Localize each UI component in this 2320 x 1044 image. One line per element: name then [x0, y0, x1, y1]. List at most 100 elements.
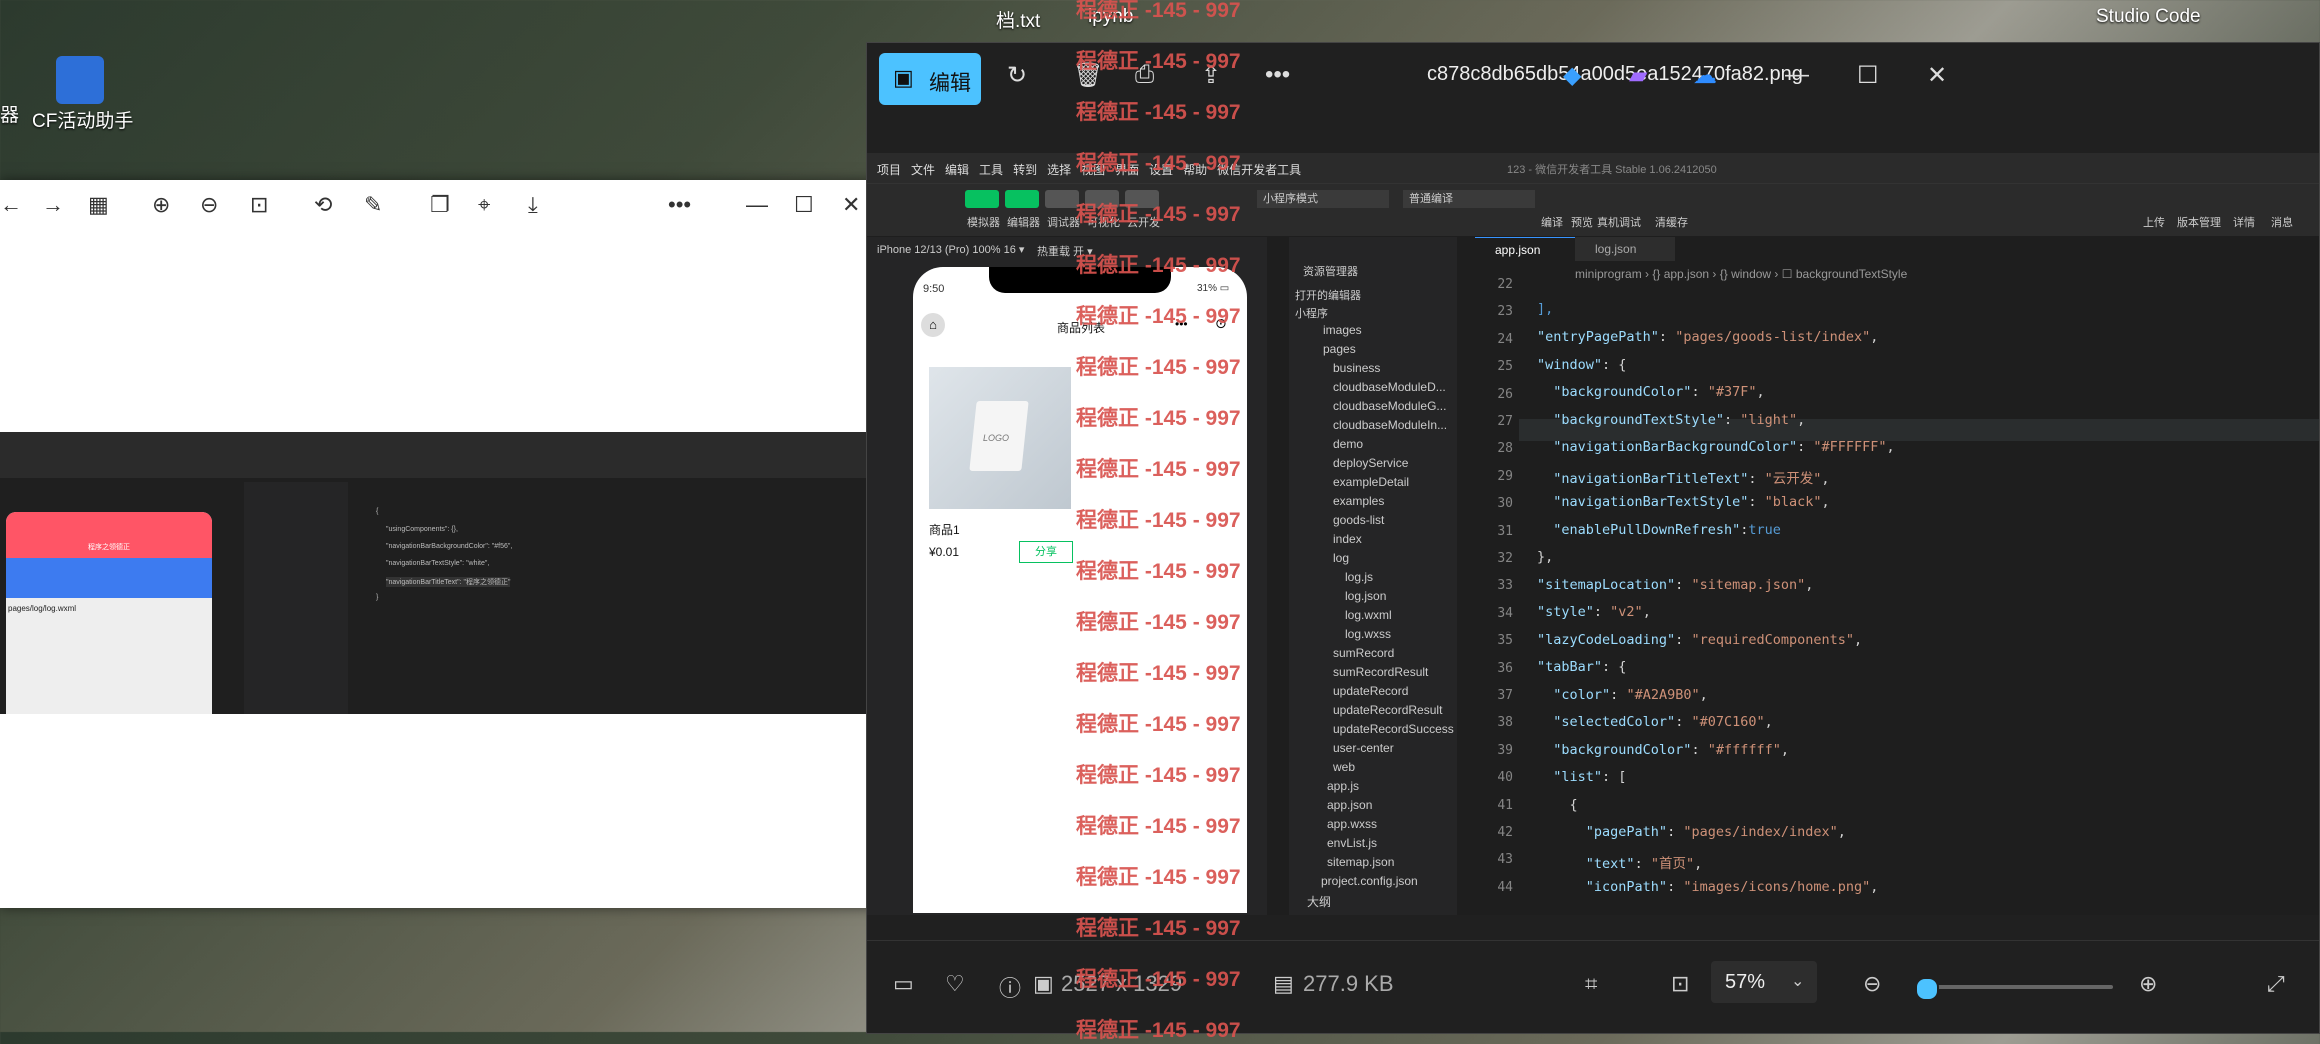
tree-item[interactable]: demo: [1333, 437, 1363, 451]
close-icon[interactable]: ✕: [842, 192, 860, 218]
more-icon[interactable]: •••: [668, 192, 691, 218]
rotate-icon[interactable]: ⟲: [314, 192, 332, 218]
info-icon[interactable]: ⓘ: [999, 971, 1021, 1003]
maximize-icon[interactable]: ☐: [794, 192, 814, 218]
remote-debug-label[interactable]: 真机调试: [1597, 214, 1641, 230]
download-icon[interactable]: ⤓: [528, 192, 538, 218]
watermark-text: 程德正 -145 - 997: [1076, 611, 1241, 634]
menu-select[interactable]: 选择: [1047, 163, 1071, 177]
tree-item[interactable]: 大纲: [1307, 893, 1331, 910]
zoom-out-icon[interactable]: ⊖: [200, 192, 218, 218]
mode-select[interactable]: 小程序模式: [1257, 190, 1389, 208]
tree-item[interactable]: cloudbaseModuleIn...: [1333, 418, 1447, 432]
zoom-slider-thumb[interactable]: [1914, 977, 1939, 1001]
favorite-icon[interactable]: ♡: [945, 971, 965, 997]
tab-log-json[interactable]: log.json: [1575, 237, 1675, 261]
fit-icon[interactable]: ⊡: [250, 192, 268, 218]
grid-icon[interactable]: ▦: [88, 192, 109, 218]
version-label[interactable]: 版本管理: [2177, 214, 2221, 230]
filmstrip-icon[interactable]: ▭: [893, 971, 914, 997]
messages-label[interactable]: 消息: [2271, 214, 2293, 230]
line-number: 26: [1497, 386, 1513, 402]
tree-item[interactable]: sumRecordResult: [1333, 665, 1428, 679]
debugger-button[interactable]: [1045, 190, 1079, 208]
tree-item[interactable]: cloudbaseModuleD...: [1333, 380, 1446, 394]
crop-icon[interactable]: ⌖: [478, 192, 490, 218]
product-image[interactable]: LOGO: [929, 367, 1071, 509]
tree-item[interactable]: app.json: [1327, 798, 1372, 812]
cf-app-label[interactable]: CF活动助手: [32, 106, 133, 133]
minimize-icon[interactable]: —: [746, 192, 768, 218]
tree-item[interactable]: business: [1333, 361, 1380, 375]
menu-edit[interactable]: 编辑: [945, 163, 969, 177]
desktop-file-label[interactable]: 档.txt: [996, 6, 1040, 33]
compile-select[interactable]: 普通编译: [1403, 190, 1535, 208]
rotate-icon[interactable]: ↻: [1007, 61, 1027, 90]
tree-item[interactable]: pages: [1323, 342, 1356, 356]
open-editors[interactable]: 打开的编辑器: [1295, 287, 1361, 303]
zoom-slider-track[interactable]: [1917, 985, 2113, 989]
tree-item[interactable]: sumRecord: [1333, 646, 1394, 660]
tree-item[interactable]: sitemap.json: [1327, 855, 1394, 869]
edit-icon[interactable]: ✎: [364, 192, 382, 218]
tree-item[interactable]: images: [1323, 323, 1362, 337]
menu-goto[interactable]: 转到: [1013, 163, 1037, 177]
project-root[interactable]: 小程序: [1295, 305, 1328, 321]
tab-app-json[interactable]: app.json: [1475, 237, 1575, 262]
zoom-out-icon[interactable]: ⊖: [1863, 971, 1881, 997]
tree-item[interactable]: updateRecordResult: [1333, 703, 1442, 717]
details-label[interactable]: 详情: [2233, 214, 2255, 230]
share-button[interactable]: 分享: [1019, 541, 1073, 563]
home-icon[interactable]: ⌂: [921, 313, 945, 337]
zoom-select[interactable]: 57% ⌄: [1711, 961, 1817, 1003]
fit-window-icon[interactable]: ⊡: [1671, 971, 1689, 997]
line-number: 41: [1497, 797, 1513, 813]
tree-item[interactable]: log.wxss: [1345, 627, 1391, 641]
menu-tools[interactable]: 工具: [979, 163, 1003, 177]
tree-item[interactable]: app.wxss: [1327, 817, 1377, 831]
tree-item[interactable]: updateRecordSuccess: [1333, 722, 1454, 736]
desktop-vscode-label[interactable]: Studio Code: [2096, 6, 2201, 28]
maximize-icon[interactable]: ☐: [1857, 61, 1879, 90]
menu-file[interactable]: 文件: [911, 163, 935, 177]
tree-item[interactable]: updateRecord: [1333, 684, 1408, 698]
minimize-icon[interactable]: —: [1785, 61, 1809, 89]
tree-item[interactable]: index: [1333, 532, 1362, 546]
edit-button[interactable]: ▣ 编辑: [879, 53, 981, 105]
tree-item[interactable]: envList.js: [1327, 836, 1377, 850]
tree-item[interactable]: web: [1333, 760, 1355, 774]
menu-project[interactable]: 项目: [877, 163, 901, 177]
tree-item[interactable]: log.js: [1345, 570, 1373, 584]
tree-item[interactable]: log.json: [1345, 589, 1386, 603]
preview-label[interactable]: 预览: [1571, 214, 1593, 230]
device-select[interactable]: iPhone 12/13 (Pro) 100% 16 ▾: [877, 243, 1024, 256]
upload-label[interactable]: 上传: [2143, 214, 2165, 230]
tree-item[interactable]: cloudbaseModuleG...: [1333, 399, 1446, 413]
cf-app-icon[interactable]: [56, 56, 104, 104]
tree-item[interactable]: user-center: [1333, 741, 1394, 755]
tree-item[interactable]: app.js: [1327, 779, 1359, 793]
close-icon[interactable]: ✕: [1927, 61, 1947, 90]
ocr-icon[interactable]: ⌗: [1585, 971, 1597, 997]
designer-app-icon[interactable]: ◆: [1563, 61, 1581, 90]
fullscreen-icon[interactable]: ⤢: [2267, 971, 2285, 997]
back-icon[interactable]: ←: [0, 192, 22, 218]
zoom-in-icon[interactable]: ⊕: [152, 192, 170, 218]
zoom-in-icon[interactable]: ⊕: [2139, 971, 2157, 997]
tree-item[interactable]: project.config.json: [1321, 874, 1418, 888]
tree-item[interactable]: goods-list: [1333, 513, 1384, 527]
editor-button[interactable]: [1005, 190, 1039, 208]
onedrive-icon[interactable]: ☁: [1693, 61, 1717, 90]
compile-label[interactable]: 编译: [1541, 214, 1563, 230]
more-icon[interactable]: •••: [1265, 61, 1290, 89]
tree-item[interactable]: exampleDetail: [1333, 475, 1409, 489]
simulator-button[interactable]: [965, 190, 999, 208]
tree-item[interactable]: deployService: [1333, 456, 1408, 470]
clipchamp-icon[interactable]: ▰: [1629, 61, 1647, 90]
clear-cache-label[interactable]: 清缓存: [1655, 214, 1688, 230]
forward-icon[interactable]: →: [42, 192, 64, 218]
tree-item[interactable]: log.wxml: [1345, 608, 1392, 622]
tree-item[interactable]: examples: [1333, 494, 1384, 508]
copy-icon[interactable]: ❐: [430, 192, 450, 218]
tree-item[interactable]: log: [1333, 551, 1349, 565]
